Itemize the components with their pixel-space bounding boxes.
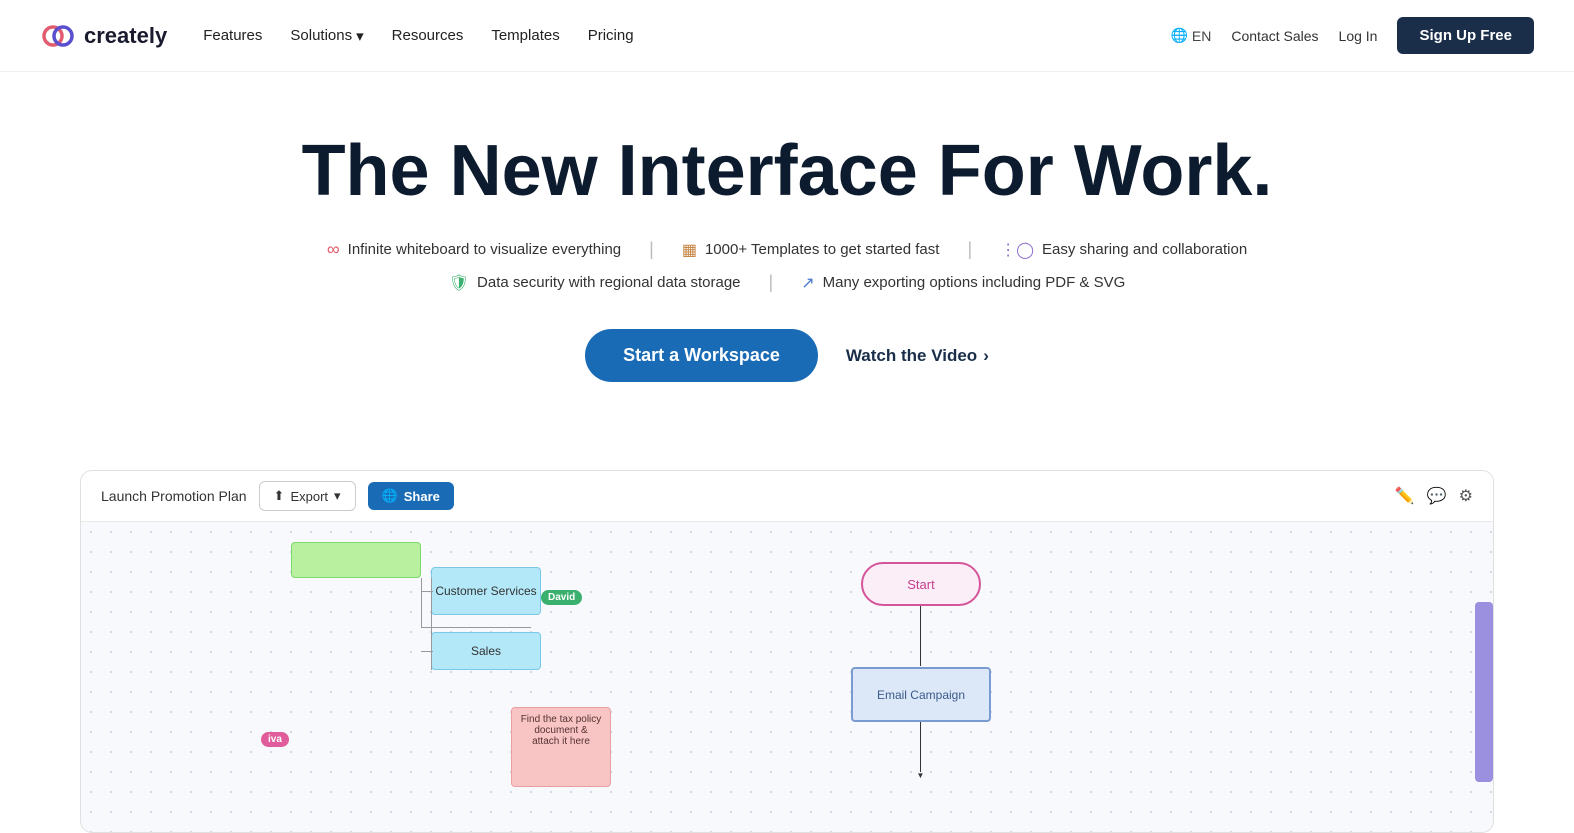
shield-icon: 🛡 (449, 273, 469, 293)
feature-share-text: Easy sharing and collaboration (1042, 241, 1247, 258)
nav-templates[interactable]: Templates (491, 27, 559, 44)
feature-security-text: Data security with regional data storage (477, 274, 740, 291)
nav-left: creately Features Solutions ▾ Resources … (40, 18, 634, 54)
hero-section: The New Interface For Work. ∞ Infinite w… (0, 72, 1574, 470)
feature-export: ↗ Many exporting options including PDF &… (801, 273, 1125, 293)
feature-export-text: Many exporting options including PDF & S… (823, 274, 1126, 291)
export-btn-icon: ⬆ (274, 488, 285, 504)
diagram-area: Customer Services David Sales Find the t… (81, 522, 1493, 832)
feature-infinite-text: Infinite whiteboard to visualize everyth… (348, 241, 622, 258)
node-sales: Sales (431, 632, 541, 670)
cta-row: Start a Workspace Watch the Video › (40, 329, 1534, 382)
connector-h3 (421, 651, 433, 652)
divider-1: | (649, 239, 654, 260)
canvas-content: Customer Services David Sales Find the t… (81, 522, 1493, 832)
iva-badge: iva (261, 732, 289, 747)
connector-h1 (421, 627, 531, 628)
canvas-name: Launch Promotion Plan (101, 488, 247, 504)
start-workspace-button[interactable]: Start a Workspace (585, 329, 818, 382)
export-button[interactable]: ⬆ Export ▾ (259, 481, 356, 511)
login-link[interactable]: Log In (1339, 28, 1378, 44)
templates-icon: ▦ (682, 240, 697, 260)
logo-text: creately (84, 23, 167, 49)
logo-icon (40, 18, 76, 54)
david-badge: David (541, 590, 582, 605)
nav-resources[interactable]: Resources (392, 27, 464, 44)
connector-h2 (421, 591, 433, 592)
org-node-green (291, 542, 421, 578)
feature-infinite: ∞ Infinite whiteboard to visualize every… (327, 239, 621, 260)
feature-share: ⋮◯ Easy sharing and collaboration (1000, 240, 1247, 260)
share-button[interactable]: 🌐 Share (368, 482, 454, 510)
edit-icon[interactable]: ✏️ (1395, 486, 1415, 506)
feature-templates-text: 1000+ Templates to get started fast (705, 241, 939, 258)
comment-icon[interactable]: 💬 (1427, 486, 1447, 506)
feature-row-1: ∞ Infinite whiteboard to visualize every… (327, 239, 1247, 260)
hero-features: ∞ Infinite whiteboard to visualize every… (40, 239, 1534, 293)
hero-title: The New Interface For Work. (40, 132, 1534, 211)
navigation: creately Features Solutions ▾ Resources … (0, 0, 1574, 72)
export-dropdown-icon: ▾ (334, 488, 341, 504)
flow-start: Start (861, 562, 981, 606)
logo[interactable]: creately (40, 18, 167, 54)
language-selector[interactable]: 🌐 EN (1170, 27, 1211, 44)
note-box: Find the tax policy document & attach it… (511, 707, 611, 787)
export-icon: ↗ (801, 273, 814, 293)
purple-bar (1475, 602, 1493, 782)
nav-pricing[interactable]: Pricing (588, 27, 634, 44)
divider-3: | (769, 272, 774, 293)
chevron-right-icon: › (983, 346, 989, 366)
canvas-toolbar-right: ✏️ 💬 ⚙ (1395, 486, 1473, 506)
signup-button[interactable]: Sign Up Free (1397, 17, 1534, 54)
infinite-icon: ∞ (327, 239, 340, 260)
divider-2: | (967, 239, 972, 260)
contact-sales-link[interactable]: Contact Sales (1231, 28, 1318, 44)
nav-features[interactable]: Features (203, 27, 262, 44)
flow-arrow-2 (920, 722, 921, 772)
settings-icon[interactable]: ⚙ (1459, 486, 1473, 506)
nav-right: 🌐 EN Contact Sales Log In Sign Up Free (1170, 17, 1534, 54)
feature-templates: ▦ 1000+ Templates to get started fast (682, 240, 940, 260)
watch-video-link[interactable]: Watch the Video › (846, 346, 989, 366)
nav-solutions[interactable]: Solutions ▾ (290, 27, 363, 45)
feature-security: 🛡 Data security with regional data stora… (449, 273, 741, 293)
canvas-preview: Launch Promotion Plan ⬆ Export ▾ 🌐 Share… (80, 470, 1494, 833)
connector-v1 (421, 578, 422, 628)
nav-links: Features Solutions ▾ Resources Templates… (203, 27, 633, 45)
canvas-toolbar: Launch Promotion Plan ⬆ Export ▾ 🌐 Share… (81, 471, 1493, 522)
share-icon: ⋮◯ (1000, 240, 1034, 260)
feature-row-2: 🛡 Data security with regional data stora… (449, 272, 1126, 293)
globe-icon: 🌐 (1170, 27, 1187, 44)
node-customer-services: Customer Services (431, 567, 541, 615)
share-btn-icon: 🌐 (382, 488, 398, 504)
flow-email-campaign: Email Campaign (851, 667, 991, 722)
canvas-toolbar-left: Launch Promotion Plan ⬆ Export ▾ 🌐 Share (101, 481, 454, 511)
chevron-down-icon: ▾ (356, 27, 364, 45)
flow-arrow-1 (920, 606, 921, 666)
